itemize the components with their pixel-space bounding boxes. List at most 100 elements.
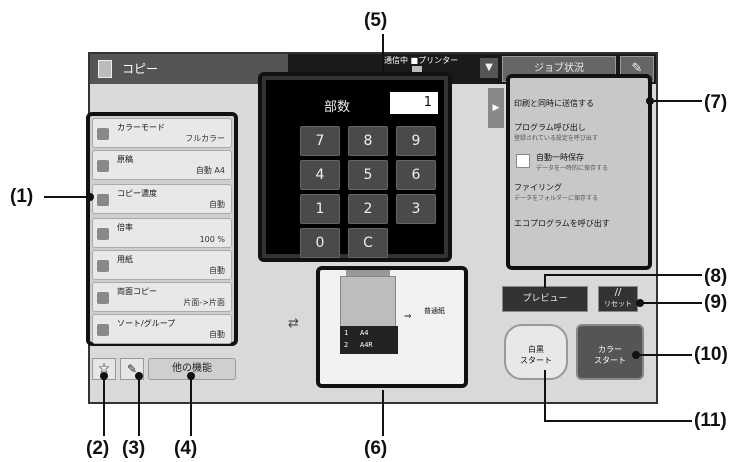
key-8[interactable]: 8 xyxy=(348,126,388,156)
callout-3: (3) xyxy=(122,438,146,459)
original-key[interactable]: 原稿 自動 A4 xyxy=(92,150,232,180)
key-7[interactable]: 7 xyxy=(300,126,340,156)
tray-size: A4 xyxy=(360,329,369,337)
item-label: 用紙 xyxy=(117,255,133,264)
item-label: 原稿 xyxy=(117,155,133,164)
leader-dot xyxy=(135,372,143,380)
callout-11: (11) xyxy=(694,410,727,431)
tray-number: 1 xyxy=(344,329,349,337)
reset-label: リセット xyxy=(604,300,632,308)
key-0[interactable]: 0 xyxy=(300,228,340,258)
action-sublabel: データをフォルダーに保存する xyxy=(514,195,599,202)
mode-title: コピー xyxy=(122,62,159,76)
original-icon xyxy=(97,160,109,172)
paper-icon xyxy=(97,260,109,272)
action-panel-handle[interactable]: ▶ xyxy=(488,88,504,128)
bw-start-button[interactable]: 白黒 スタート xyxy=(504,324,568,380)
item-value: 片面->片面 xyxy=(183,298,225,307)
leader-line xyxy=(640,302,702,304)
item-value: 100 % xyxy=(199,235,225,244)
leader-line xyxy=(138,376,140,436)
copies-input[interactable]: 1 xyxy=(390,92,438,114)
chevron-down-icon[interactable]: ▼ xyxy=(480,58,498,78)
sort-icon xyxy=(97,324,109,336)
leader-line xyxy=(544,420,692,422)
key-4[interactable]: 4 xyxy=(300,160,340,190)
paper-tray-list[interactable]: 1 A4 2 A4R xyxy=(340,326,398,354)
key-2[interactable]: 2 xyxy=(348,194,388,224)
color-mode-icon xyxy=(97,128,109,140)
output-tray-icon: ⇒ xyxy=(404,312,412,322)
leader-line xyxy=(382,34,384,74)
item-value: 自動 A4 xyxy=(195,166,225,175)
leader-line xyxy=(544,274,702,276)
paper-select-key[interactable]: 用紙 自動 xyxy=(92,250,232,280)
item-value: 自動 xyxy=(209,266,225,275)
item-label: 倍率 xyxy=(117,223,133,232)
item-label: コピー濃度 xyxy=(117,189,157,198)
item-value: 自動 xyxy=(209,330,225,339)
reset-icon: // xyxy=(614,287,622,298)
auto-temp-save-item[interactable]: 自動一時保存 データを一時的に保存する xyxy=(536,152,646,172)
item-label: 両面コピー xyxy=(117,287,157,296)
tray-number: 2 xyxy=(344,341,349,349)
leader-dot xyxy=(100,372,108,380)
item-value: 自動 xyxy=(209,200,225,209)
reset-button[interactable]: // リセット xyxy=(598,286,638,312)
callout-2: (2) xyxy=(86,438,110,459)
leader-dot xyxy=(86,193,94,201)
ratio-icon xyxy=(97,228,109,240)
preview-button[interactable]: プレビュー xyxy=(502,286,588,312)
item-label: カラーモード xyxy=(117,123,165,132)
key-1[interactable]: 1 xyxy=(300,194,340,224)
auto-save-checkbox[interactable] xyxy=(516,154,530,168)
duplex-icon xyxy=(97,292,109,304)
color-mode-key[interactable]: カラーモード フルカラー xyxy=(92,118,232,148)
callout-7: (7) xyxy=(704,92,728,113)
eco-program-item[interactable]: エコプログラムを呼び出す xyxy=(514,218,644,229)
ratio-key[interactable]: 倍率 100 % xyxy=(92,218,232,248)
action-label: 印刷と同時に送信する xyxy=(514,99,594,108)
filing-item[interactable]: ファイリング データをフォルダーに保存する xyxy=(514,182,644,202)
leader-line xyxy=(544,274,546,288)
action-label: ファイリング xyxy=(514,183,562,192)
sort-group-key[interactable]: ソート/グループ 自動 xyxy=(92,314,232,344)
leader-line xyxy=(44,196,92,198)
status-text: 通信中 ■プリンター xyxy=(384,56,459,65)
key-3[interactable]: 3 xyxy=(396,194,436,224)
callout-5: (5) xyxy=(364,10,388,31)
clear-key[interactable]: C xyxy=(348,228,388,258)
action-sublabel: 登録されている設定を呼び出す xyxy=(514,135,598,142)
action-label: プログラム呼び出し xyxy=(514,123,586,132)
key-5[interactable]: 5 xyxy=(348,160,388,190)
copy-icon xyxy=(98,60,112,78)
callout-10: (10) xyxy=(694,344,728,365)
send-while-printing-item[interactable]: 印刷と同時に送信する xyxy=(514,98,644,109)
bw-start-label-2: スタート xyxy=(520,356,552,365)
leader-line xyxy=(636,354,692,356)
key-6[interactable]: 6 xyxy=(396,160,436,190)
bw-start-label: 白黒 xyxy=(528,345,544,354)
leader-line xyxy=(190,376,192,436)
leader-line xyxy=(544,370,546,420)
leader-line xyxy=(650,100,702,102)
callout-8: (8) xyxy=(704,266,728,287)
tray-size: A4R xyxy=(360,341,373,349)
call-program-item[interactable]: プログラム呼び出し 登録されている設定を呼び出す xyxy=(514,122,644,142)
leader-line xyxy=(382,390,384,436)
exposure-key[interactable]: コピー濃度 自動 xyxy=(92,184,232,214)
callout-6: (6) xyxy=(364,438,388,459)
leader-line xyxy=(103,376,105,436)
action-label: 自動一時保存 xyxy=(536,153,584,162)
callout-9: (9) xyxy=(704,292,728,313)
callout-4: (4) xyxy=(174,438,198,459)
key-9[interactable]: 9 xyxy=(396,126,436,156)
leader-dot xyxy=(187,372,195,380)
action-label: エコプログラムを呼び出す xyxy=(514,219,610,228)
2-sided-copy-key[interactable]: 両面コピー 片面->片面 xyxy=(92,282,232,312)
copies-label: 部数 xyxy=(324,100,351,115)
action-sublabel: データを一時的に保存する xyxy=(536,165,609,172)
leader-dot xyxy=(632,351,640,359)
item-value: フルカラー xyxy=(185,134,225,143)
duplex-status-icon: ⇄ xyxy=(288,316,299,331)
